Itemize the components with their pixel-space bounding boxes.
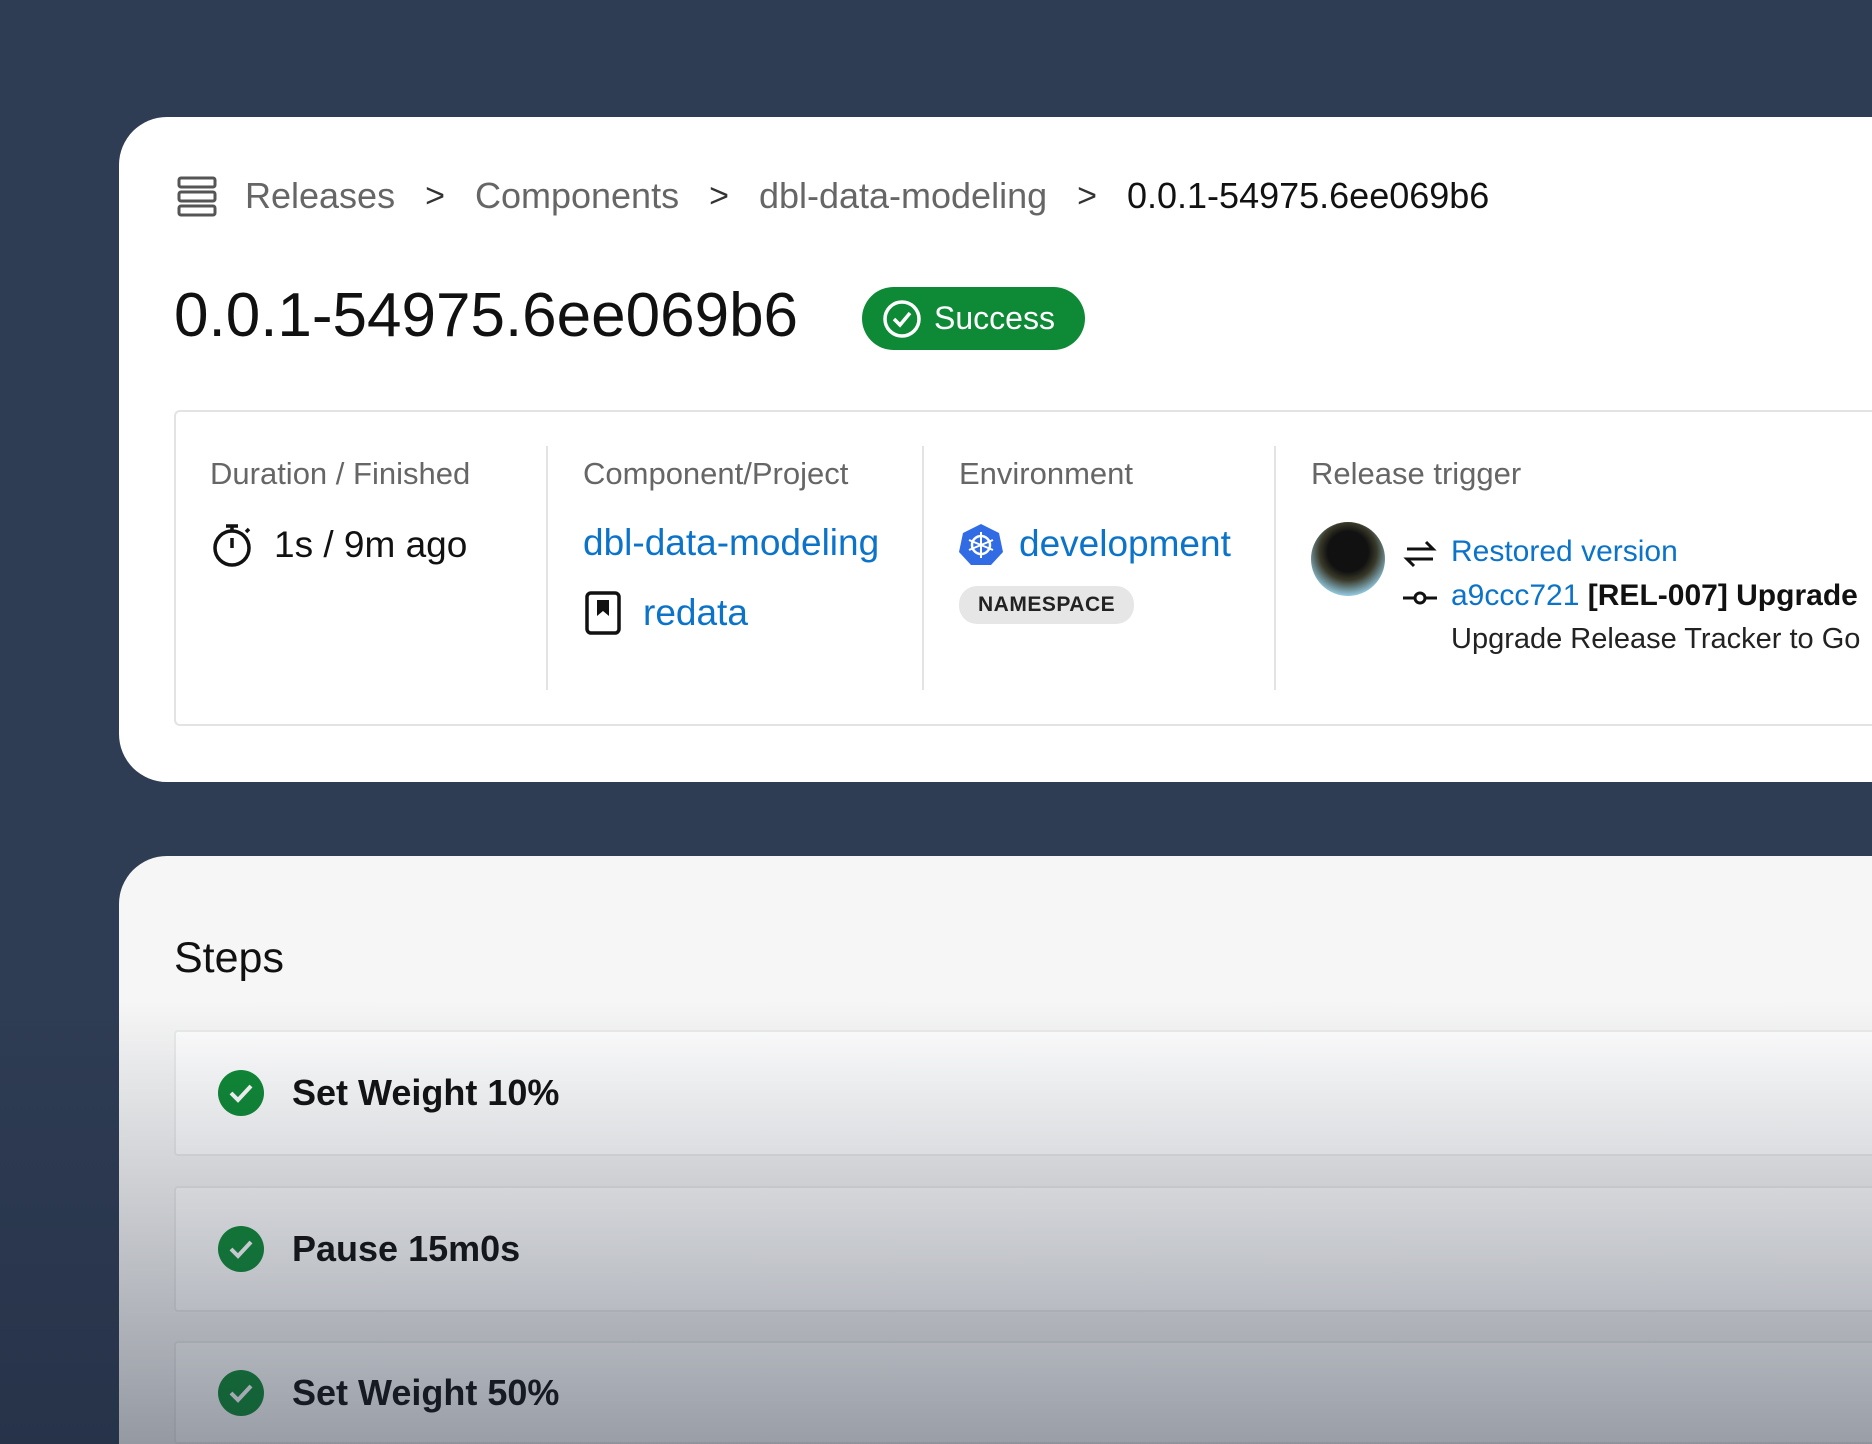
breadcrumb-components[interactable]: Components <box>475 175 679 217</box>
commit-link[interactable]: a9ccc721 <box>1451 579 1579 612</box>
step-row[interactable]: Set Weight 50% <box>174 1341 1872 1444</box>
duration-column: Duration / Finished 1s / 9m ago <box>210 446 470 690</box>
trigger-action-link[interactable]: Restored version <box>1451 534 1678 570</box>
divider <box>1274 446 1276 690</box>
step-label: Set Weight 10% <box>292 1072 560 1113</box>
status-text: Success <box>934 300 1055 336</box>
step-row[interactable]: Pause 15m0s <box>174 1186 1872 1312</box>
environment-label: Environment <box>959 456 1134 491</box>
trigger-details: Restored version a9ccc721 [REL-007] Upgr… <box>1403 522 1868 657</box>
swap-arrows-icon <box>1403 540 1437 568</box>
chevron-right-icon: > <box>425 176 445 215</box>
check-circle-icon <box>883 299 921 338</box>
release-info-panel: Duration / Finished 1s / 9m ago Componen… <box>174 410 1872 726</box>
breadcrumb-component[interactable]: dbl-data-modeling <box>759 175 1047 217</box>
step-label: Pause 15m0s <box>292 1228 521 1269</box>
project-link[interactable]: redata <box>643 592 748 634</box>
component-label: Component/Project <box>583 456 849 491</box>
breadcrumb: Releases > Components > dbl-data-modeling >… <box>177 175 1489 217</box>
breadcrumb-releases[interactable]: Releases <box>245 175 395 217</box>
status-badge: Success <box>862 287 1085 350</box>
check-circle-icon <box>218 1070 264 1116</box>
environment-column: Environment development NAMESPACE <box>959 446 1231 690</box>
trigger-label: Release trigger <box>1311 456 1522 491</box>
trigger-column: Release trigger Restored version a9ccc72… <box>1311 446 1871 690</box>
step-row[interactable]: Set Weight 10% <box>174 1030 1872 1156</box>
step-label: Set Weight 50% <box>292 1371 560 1413</box>
divider <box>922 446 924 690</box>
page-title: 0.0.1-54975.6ee069b6 <box>174 281 799 350</box>
avatar <box>1311 522 1385 596</box>
namespace-badge: NAMESPACE <box>959 586 1135 624</box>
divider <box>546 446 548 690</box>
environment-link[interactable]: development <box>1019 523 1231 565</box>
duration-value: 1s / 9m ago <box>274 524 468 565</box>
duration-label: Duration / Finished <box>210 456 471 491</box>
component-link[interactable]: dbl-data-modeling <box>583 522 879 564</box>
release-header-card: Releases > Components > dbl-data-modeling >… <box>119 117 1872 782</box>
commit-icon <box>1403 591 1437 605</box>
kubernetes-icon <box>959 524 1003 565</box>
commit-message: Upgrade Release Tracker to Go <box>1451 623 1861 655</box>
check-circle-icon <box>218 1226 264 1272</box>
breadcrumb-current: 0.0.1-54975.6ee069b6 <box>1126 175 1490 216</box>
steps-heading: Steps <box>174 934 284 982</box>
chevron-right-icon: > <box>709 176 729 215</box>
repository-icon <box>585 591 621 635</box>
commit-title: [REL-007] Upgrade <box>1587 579 1858 612</box>
steps-card: Steps Set Weight 10% Pause 15m0s Set Wei… <box>119 856 1872 1444</box>
chevron-right-icon: > <box>1077 176 1097 215</box>
releases-list-icon <box>177 176 217 217</box>
stopwatch-icon <box>213 524 251 567</box>
check-circle-icon <box>218 1369 264 1416</box>
component-column: Component/Project dbl-data-modeling reda… <box>583 446 879 690</box>
